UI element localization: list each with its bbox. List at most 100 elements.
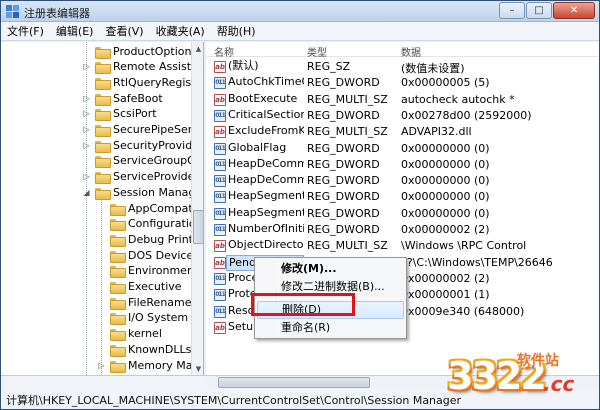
value-row[interactable]: abExcludeFromK...REG_MULTI_SZ ADVAPI32.dl… [206, 124, 599, 140]
value-data: 0x00000000 (0) [401, 206, 490, 220]
minimize-button[interactable]: – [499, 2, 525, 19]
value-data: 0x00000005 (5) [401, 76, 490, 90]
string-value-icon: ab [214, 321, 226, 334]
watermark-site: 软件站 [517, 353, 559, 369]
column-header-type[interactable]: 类型 [307, 44, 327, 59]
key-tree-pane[interactable]: ProductOptions ▷ Remote Assistar RtlQueryRe… [1, 42, 204, 375]
close-button[interactable]: ✕ [553, 2, 595, 19]
value-name: ExcludeFromK... [228, 124, 304, 138]
folder-icon [110, 250, 126, 263]
expand-arrow-icon[interactable]: ▷ [82, 109, 91, 118]
expand-arrow-icon[interactable]: ▷ [82, 62, 91, 71]
expand-arrow-icon[interactable]: ◢ [82, 188, 91, 197]
tree-node[interactable]: ▷ SecurePipeServe [82, 122, 203, 138]
tree-scroll-thumb[interactable] [193, 210, 203, 244]
value-type: REG_MULTI_SZ [307, 239, 388, 253]
tree-node[interactable]: ▷ ServiceProvider [82, 169, 199, 185]
tree-node[interactable]: Executive [97, 279, 182, 295]
value-row[interactable]: 011HeapSegment...REG_DWORD 0x00000000 (0) [206, 189, 599, 205]
expand-arrow-icon[interactable]: ▷ [82, 172, 91, 181]
tree-node[interactable]: ServiceGroupOr [82, 153, 200, 169]
expand-arrow-icon[interactable]: ▷ [82, 141, 91, 150]
tree-node[interactable]: RtlQueryRegistry [82, 74, 203, 90]
menu-file[interactable]: 文件(F) [1, 22, 50, 41]
value-row[interactable]: 011CriticalSection...REG_DWORD 0x00278d00… [206, 108, 599, 124]
expand-arrow-icon[interactable]: ▷ [97, 361, 106, 370]
value-row[interactable]: 011HeapDeComm...REG_DWORD 0x00000000 (0) [206, 157, 599, 173]
menu-view[interactable]: 查看(V) [99, 22, 149, 41]
tree-node[interactable]: ◢ Session Manage [82, 184, 202, 200]
expand-arrow-icon[interactable]: ▷ [82, 125, 91, 134]
menu-favorites[interactable]: 收藏夹(A) [150, 22, 211, 41]
value-row[interactable]: 011HeapDeComm...REG_DWORD 0x00000000 (0) [206, 173, 599, 189]
folder-icon [95, 171, 111, 185]
tree-node-label: SecurityProvider [113, 138, 204, 152]
tree-node[interactable]: ▷ SecurityProvider [82, 137, 203, 153]
value-row[interactable]: abObjectDirector...REG_MULTI_SZ \Windows … [206, 238, 599, 254]
tree-node[interactable]: ▷ SafeBoot [82, 90, 163, 106]
value-data: 0x00000002 (2) [401, 223, 490, 236]
value-data: ??\C:\Windows\TEMP\26646 [401, 255, 553, 269]
folder-icon [110, 312, 126, 326]
key-path: 计算机\HKEY_LOCAL_MACHINE\SYSTEM\CurrentCon… [6, 394, 462, 407]
tree-node-label: DOS Devices [128, 248, 199, 262]
folder-icon [110, 344, 126, 357]
tree-node[interactable]: ProductOptions [82, 43, 197, 59]
string-value-icon: ab [214, 93, 226, 106]
maximize-button[interactable]: □ [526, 2, 552, 19]
delete-highlight-box [251, 293, 355, 316]
list-scroll-thumb[interactable] [218, 377, 370, 388]
value-type: REG_DWORD [307, 223, 380, 236]
folder-icon [110, 234, 126, 247]
tree-node[interactable]: KnownDLLs [97, 341, 191, 357]
tree-node[interactable]: AppCompatC [97, 200, 200, 216]
tree-node[interactable]: Debug Print I [97, 231, 200, 247]
value-type: REG_DWORD [307, 206, 380, 220]
context-menu-rename[interactable]: 重命名(R) [257, 319, 404, 337]
context-menu-modify[interactable]: 修改(M)... [257, 260, 404, 278]
binary-value-icon: 011 [214, 109, 226, 122]
tree-vertical-scrollbar[interactable]: ▲ ▼ [191, 42, 203, 375]
binary-value-icon: 011 [214, 142, 226, 155]
tree-node[interactable]: kernel [97, 326, 162, 342]
folder-icon [95, 77, 111, 90]
tree-node[interactable]: DOS Devices [97, 247, 199, 263]
tree-node-label: AppCompatC [128, 201, 201, 215]
binary-value-icon: 011 [214, 224, 226, 236]
folder-icon [95, 140, 111, 153]
value-name: GlobalFlag [228, 140, 287, 154]
value-data: 0x00000002 (2) [401, 271, 490, 285]
value-name: HeapSegment... [228, 189, 304, 203]
tree-node[interactable]: Environment [97, 263, 198, 279]
menu-edit[interactable]: 编辑(E) [50, 22, 100, 41]
tree-node[interactable]: ▷ Memory Man [97, 357, 199, 373]
folder-icon [110, 281, 126, 294]
tree-node-label: Memory Man [128, 358, 200, 372]
value-row[interactable]: 011 GlobalFlag REG_DWORD 0x00000000 (0) [206, 141, 599, 157]
tree-node[interactable]: Configuration [97, 216, 203, 232]
value-data: 0x00000000 (0) [401, 190, 490, 204]
column-header-name[interactable]: 名称 [214, 44, 234, 59]
folder-icon [110, 218, 126, 232]
tree-node[interactable]: ▷ Remote Assistar [82, 59, 202, 75]
value-row[interactable]: ab (默认) REG_SZ (数值未设置) [206, 59, 599, 75]
folder-icon [95, 124, 111, 137]
scroll-up-icon[interactable]: ▲ [192, 42, 203, 55]
value-row[interactable]: ab BootExecute REG_MULTI_SZ autocheck autoc… [206, 92, 599, 108]
binary-value-icon: 011 [214, 77, 226, 90]
column-header-data[interactable]: 数据 [401, 44, 421, 59]
tree-node[interactable]: FileRenameO [97, 294, 200, 310]
value-row[interactable]: 011HeapSegment...REG_DWORD 0x00000000 (0) [206, 206, 599, 222]
value-row[interactable]: 011NumberOfIniti...REG_DWORD 0x00000002 (… [206, 222, 599, 238]
tree-node[interactable]: ▷ ScsiPort [82, 106, 157, 122]
value-data: 0x00000001 (1) [401, 288, 490, 302]
tree-node[interactable]: I/O System [97, 310, 188, 326]
menu-help[interactable]: 帮助(H) [211, 22, 262, 41]
value-type: REG_DWORD [307, 76, 380, 90]
value-row[interactable]: 011AutoChkTimeO...REG_DWORD 0x00000005 (5… [206, 75, 599, 91]
scroll-down-icon[interactable]: ▼ [192, 362, 203, 375]
folder-icon [95, 46, 111, 59]
expand-arrow-icon[interactable]: ▷ [82, 94, 91, 103]
